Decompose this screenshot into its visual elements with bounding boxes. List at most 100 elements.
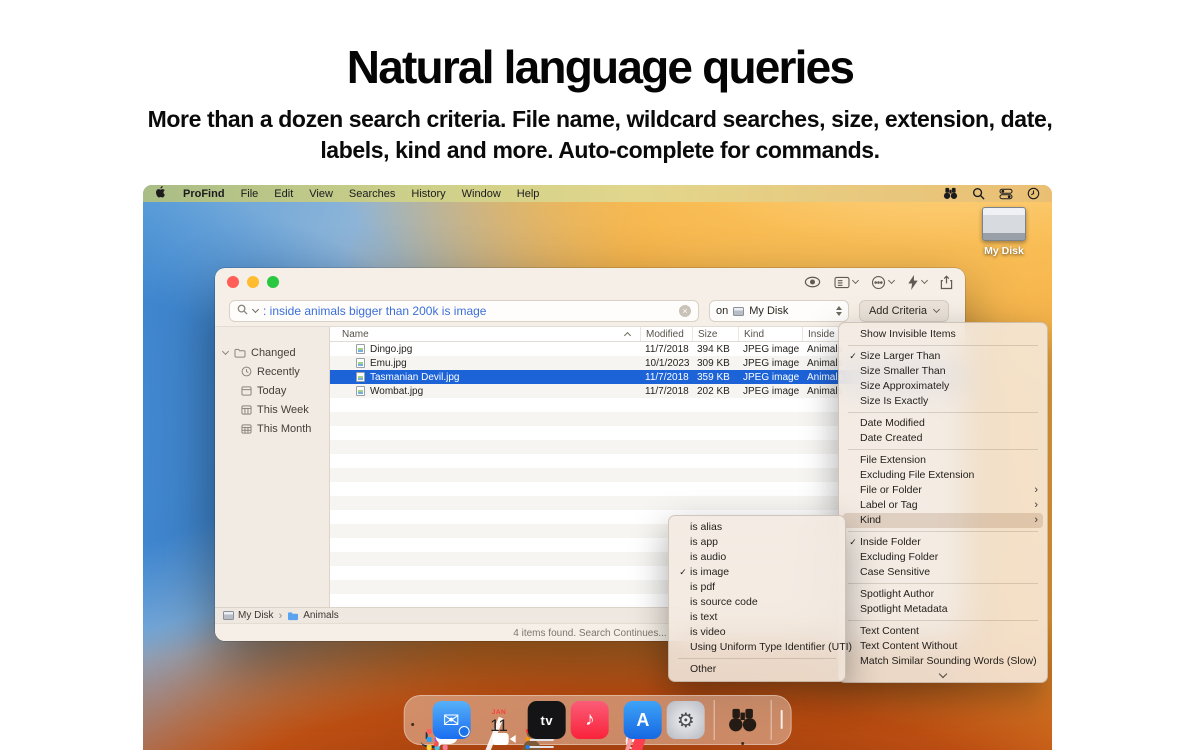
title-bar[interactable]	[215, 268, 965, 296]
minimize-button[interactable]	[247, 276, 259, 288]
menu-item-inside-folder[interactable]: ✓Inside Folder	[843, 535, 1043, 550]
menu-item-size-smaller-than[interactable]: Size Smaller Than	[843, 364, 1043, 379]
menu-item-text-content-without[interactable]: Text Content Without	[843, 639, 1043, 654]
disk-mini-icon	[733, 307, 744, 316]
clear-search-icon[interactable]: ×	[679, 305, 691, 317]
apple-menu-icon[interactable]	[155, 185, 167, 202]
jpeg-file-icon	[356, 372, 365, 382]
search-query-text[interactable]: : inside animals bigger than 200k is ima…	[263, 304, 674, 318]
sidebar-item-today[interactable]: Today	[215, 381, 329, 400]
share-icon[interactable]	[940, 275, 953, 290]
menubar-item-searches[interactable]: Searches	[349, 188, 395, 200]
menubar-item-edit[interactable]: Edit	[274, 188, 293, 200]
menu-item-file-extension[interactable]: File Extension	[843, 453, 1043, 468]
add-criteria-button[interactable]: Add Criteria	[859, 300, 949, 322]
menu-item-size-approximately[interactable]: Size Approximately	[843, 379, 1043, 394]
column-header-modified[interactable]: Modified	[640, 327, 692, 341]
folder-icon	[287, 611, 299, 621]
menu-item-date-created[interactable]: Date Created	[843, 431, 1043, 446]
path-volume[interactable]: My Disk	[238, 610, 274, 621]
binoculars-icon[interactable]	[943, 187, 958, 200]
dock-settings-icon[interactable]: ⚙	[667, 701, 705, 739]
column-header-kind[interactable]: Kind	[738, 327, 802, 341]
column-header-size[interactable]: Size	[692, 327, 738, 341]
search-options-chevron-icon[interactable]	[252, 306, 259, 313]
sidebar-item-recently[interactable]: Recently	[215, 362, 329, 381]
menu-scroll-down-icon[interactable]	[843, 669, 1043, 678]
sidebar-item-this-week[interactable]: This Week	[215, 400, 329, 419]
check-icon: ✓	[846, 536, 860, 549]
page-subtitle: More than a dozen search criteria. File …	[0, 104, 1200, 165]
scope-prefix: on	[716, 305, 728, 317]
submenu-item-is-audio[interactable]: is audio	[673, 550, 841, 565]
menu-separator	[848, 583, 1038, 584]
menu-item-excluding-folder[interactable]: Excluding Folder	[843, 550, 1043, 565]
submenu-item-is-source-code[interactable]: is source code	[673, 595, 841, 610]
search-input[interactable]: : inside animals bigger than 200k is ima…	[229, 300, 699, 322]
menubar-item-window[interactable]: Window	[462, 188, 501, 200]
spotlight-search-icon[interactable]	[972, 187, 985, 200]
dock-appstore-icon[interactable]: A	[624, 701, 662, 739]
submenu-item-is-image[interactable]: ✓is image	[673, 565, 841, 580]
dock-calendar-icon[interactable]: JAN11	[490, 709, 508, 736]
list-view-icon[interactable]	[834, 276, 858, 289]
menubar-item-view[interactable]: View	[309, 188, 333, 200]
running-indicator	[411, 723, 414, 726]
dock-trash-icon[interactable]	[781, 710, 783, 729]
menu-item-label-or-tag[interactable]: Label or Tag›	[843, 498, 1043, 513]
menu-item-case-sensitive[interactable]: Case Sensitive	[843, 565, 1043, 580]
menu-item-date-modified[interactable]: Date Modified	[843, 416, 1043, 431]
sidebar-item-this-month[interactable]: This Month	[215, 419, 329, 438]
sidebar-item-changed[interactable]: Changed	[215, 343, 329, 362]
path-separator: ›	[279, 610, 283, 622]
more-circle-icon[interactable]	[871, 275, 894, 290]
close-button[interactable]	[227, 276, 239, 288]
column-header-name[interactable]: Name	[330, 327, 640, 341]
menu-item-show-invisible-items[interactable]: Show Invisible Items	[843, 327, 1043, 342]
menubar-item-help[interactable]: Help	[517, 188, 540, 200]
submenu-item-is-video[interactable]: is video	[673, 625, 841, 640]
disk-mini-icon	[223, 611, 234, 620]
submenu-item-is-text[interactable]: is text	[673, 610, 841, 625]
window-toolbar	[804, 275, 953, 290]
dock-profind-icon[interactable]	[724, 701, 762, 739]
menubar-item-history[interactable]: History	[411, 188, 445, 200]
dock-music-icon[interactable]: ♪	[571, 701, 609, 739]
search-magnifier-icon[interactable]	[237, 302, 248, 320]
menu-item-kind[interactable]: Kind›	[843, 513, 1043, 528]
menu-item-file-or-folder[interactable]: File or Folder›	[843, 483, 1043, 498]
menu-item-spotlight-metadata[interactable]: Spotlight Metadata	[843, 602, 1043, 617]
dock-tv-icon[interactable]: tv	[528, 701, 566, 739]
zoom-button[interactable]	[267, 276, 279, 288]
path-folder[interactable]: Animals	[303, 610, 339, 621]
menu-item-spotlight-author[interactable]: Spotlight Author	[843, 587, 1043, 602]
menubar-item-file[interactable]: File	[241, 188, 259, 200]
actions-bolt-icon[interactable]	[907, 275, 927, 290]
status-text: 4 items found. Search Continues...	[513, 628, 666, 639]
submenu-item-is-pdf[interactable]: is pdf	[673, 580, 841, 595]
calendar-icon	[242, 424, 251, 432]
running-indicator	[741, 742, 744, 745]
menu-item-size-is-exactly[interactable]: Size Is Exactly	[843, 394, 1043, 409]
preview-eye-icon[interactable]	[804, 276, 821, 288]
menu-item-match-similar-sounding-words[interactable]: Match Similar Sounding Words (Slow)	[843, 654, 1043, 669]
clock-icon[interactable]	[1027, 187, 1040, 200]
submenu-arrow-icon: ›	[1034, 514, 1040, 527]
submenu-item-using-uti[interactable]: Using Uniform Type Identifier (UTI)	[673, 640, 841, 655]
menubar-app-name[interactable]: ProFind	[183, 188, 225, 200]
scope-popup[interactable]: on My Disk	[709, 300, 849, 322]
control-center-icon[interactable]	[999, 188, 1013, 200]
desktop-disk-icon[interactable]: My Disk	[972, 207, 1036, 257]
menu-item-text-content[interactable]: Text Content	[843, 624, 1043, 639]
traffic-lights	[227, 276, 279, 288]
jpeg-file-icon	[356, 386, 365, 396]
menu-separator	[848, 345, 1038, 346]
menu-item-size-larger-than[interactable]: ✓Size Larger Than	[843, 349, 1043, 364]
disclosure-chevron-icon[interactable]	[222, 347, 229, 354]
menu-item-excluding-file-extension[interactable]: Excluding File Extension	[843, 468, 1043, 483]
hard-disk-icon	[982, 207, 1026, 241]
submenu-item-other[interactable]: Other	[673, 662, 841, 677]
submenu-item-is-alias[interactable]: is alias	[673, 520, 841, 535]
dock: ✉ JAN11 tv ♪ A ⚙	[403, 695, 792, 745]
submenu-item-is-app[interactable]: is app	[673, 535, 841, 550]
